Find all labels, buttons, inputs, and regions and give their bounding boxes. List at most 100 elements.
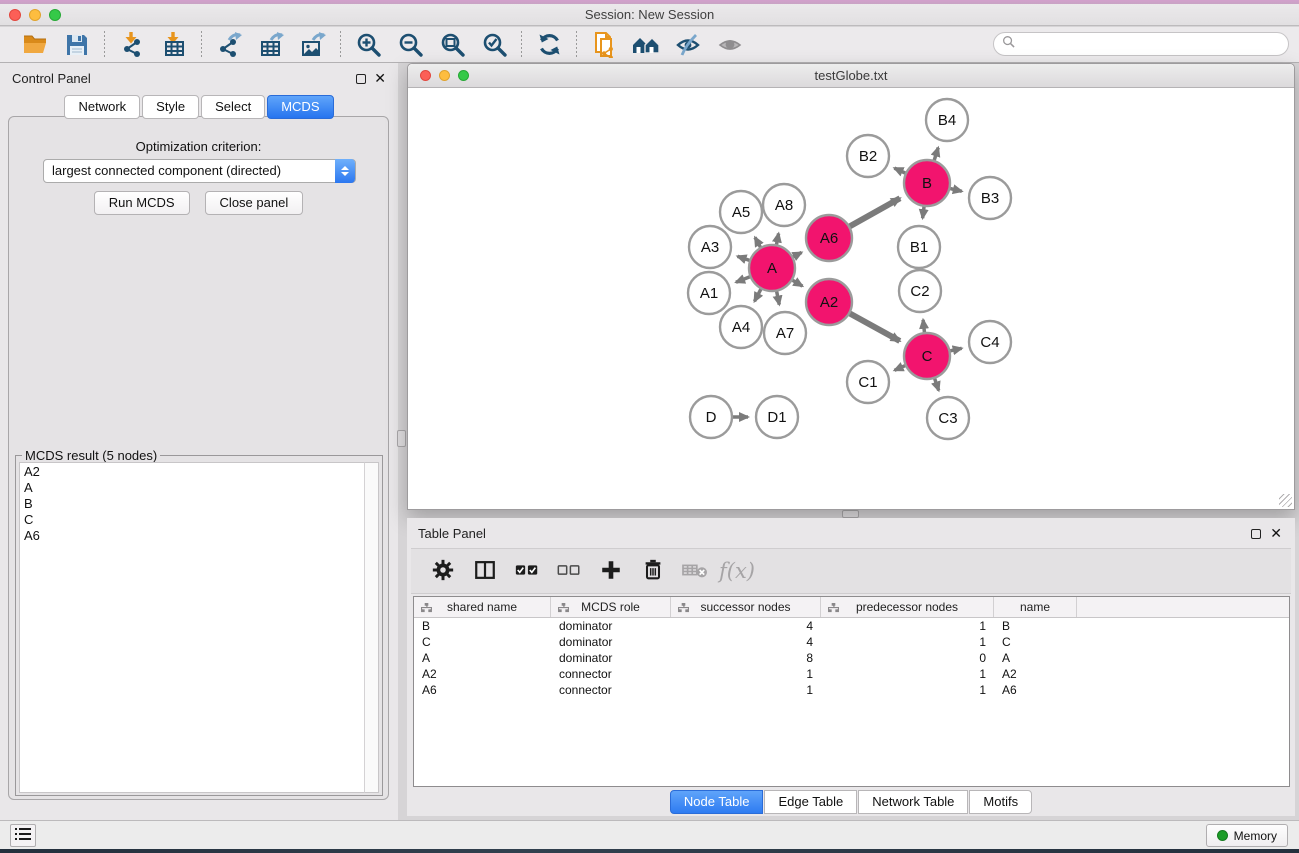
mcds-result-list[interactable]: A2ABCA6 [19, 462, 366, 793]
table-row[interactable]: A2connector11A2 [414, 666, 1289, 682]
export-image-button[interactable] [292, 30, 334, 60]
network-window-titlebar[interactable]: testGlobe.txt [408, 64, 1294, 88]
mcds-result-item[interactable]: B [24, 496, 365, 512]
vertical-splitter-handle[interactable] [397, 430, 406, 447]
table-cell[interactable]: A [414, 650, 551, 666]
result-scrollbar[interactable] [364, 462, 379, 793]
import-network-button[interactable] [111, 30, 153, 60]
delete-column-button[interactable] [635, 554, 671, 588]
column-header-MCDS-role[interactable]: MCDS role [551, 597, 671, 617]
node-B1[interactable]: B1 [898, 226, 940, 268]
tab-mcds[interactable]: MCDS [267, 95, 333, 119]
home-button[interactable] [625, 30, 667, 60]
node-A5[interactable]: A5 [720, 191, 762, 233]
table-cell[interactable]: A6 [414, 682, 551, 698]
memory-button[interactable]: Memory [1206, 824, 1288, 847]
table-cell[interactable]: A2 [994, 666, 1077, 682]
node-A6[interactable]: A6 [806, 215, 852, 261]
column-header-shared-name[interactable]: shared name [414, 597, 551, 617]
zoom-in-button[interactable] [347, 30, 389, 60]
node-A[interactable]: A [749, 245, 795, 291]
table-cell[interactable]: 1 [671, 666, 821, 682]
export-table-button[interactable] [250, 30, 292, 60]
table-cell[interactable]: 1 [821, 634, 994, 650]
float-table-panel-icon[interactable] [1251, 529, 1261, 539]
table-cell[interactable]: B [414, 618, 551, 634]
window-resize-grip-icon[interactable] [1279, 494, 1292, 507]
search-field[interactable] [993, 32, 1289, 56]
table-cell[interactable]: A [994, 650, 1077, 666]
table-cell[interactable]: connector [551, 682, 671, 698]
refresh-button[interactable] [528, 30, 570, 60]
column-header-name[interactable]: name [994, 597, 1077, 617]
criterion-dropdown[interactable]: largest connected component (directed) [43, 159, 356, 183]
table-cell[interactable]: A2 [414, 666, 551, 682]
mcds-result-item[interactable]: A2 [24, 464, 365, 480]
node-A7[interactable]: A7 [764, 312, 806, 354]
deselect-all-button[interactable] [551, 554, 587, 588]
close-panel-button[interactable]: Close panel [205, 191, 304, 215]
tab-node-table[interactable]: Node Table [670, 790, 764, 814]
node-C1[interactable]: C1 [847, 361, 889, 403]
table-cell[interactable]: 1 [671, 682, 821, 698]
node-C4[interactable]: C4 [969, 321, 1011, 363]
node-A8[interactable]: A8 [763, 184, 805, 226]
table-cell[interactable]: 0 [821, 650, 994, 666]
table-settings-gear-button[interactable] [425, 554, 461, 588]
table-cell[interactable]: dominator [551, 618, 671, 634]
table-cell[interactable]: connector [551, 666, 671, 682]
table-cell[interactable]: 4 [671, 634, 821, 650]
table-cell[interactable]: dominator [551, 634, 671, 650]
search-input[interactable] [1020, 37, 1288, 51]
node-B3[interactable]: B3 [969, 177, 1011, 219]
zoom-fit-button[interactable] [431, 30, 473, 60]
table-row[interactable]: A6connector11A6 [414, 682, 1289, 698]
table-cell[interactable]: C [994, 634, 1077, 650]
node-A1[interactable]: A1 [688, 272, 730, 314]
node-D1[interactable]: D1 [756, 396, 798, 438]
save-session-button[interactable] [56, 30, 98, 60]
node-C3[interactable]: C3 [927, 397, 969, 439]
open-file-button[interactable] [14, 30, 56, 60]
column-header-successor-nodes[interactable]: successor nodes [671, 597, 821, 617]
node-C2[interactable]: C2 [899, 270, 941, 312]
tab-motifs[interactable]: Motifs [969, 790, 1032, 814]
node-A2[interactable]: A2 [806, 279, 852, 325]
column-visibility-button[interactable] [467, 554, 503, 588]
table-cell[interactable]: A6 [994, 682, 1077, 698]
mcds-result-item[interactable]: A [24, 480, 365, 496]
add-column-button[interactable] [593, 554, 629, 588]
mcds-result-item[interactable]: C [24, 512, 365, 528]
table-row[interactable]: Bdominator41B [414, 618, 1289, 634]
tab-edge-table[interactable]: Edge Table [764, 790, 857, 814]
node-A4[interactable]: A4 [720, 306, 762, 348]
node-table[interactable]: shared nameMCDS rolesuccessor nodesprede… [413, 596, 1290, 787]
close-panel-icon[interactable]: ✕ [374, 70, 386, 86]
horizontal-splitter-handle[interactable] [842, 510, 859, 518]
show-panels-list-button[interactable] [10, 824, 36, 847]
table-row[interactable]: Adominator80A [414, 650, 1289, 666]
node-B4[interactable]: B4 [926, 99, 968, 141]
node-B[interactable]: B [904, 160, 950, 206]
close-table-panel-icon[interactable]: ✕ [1270, 525, 1282, 541]
tab-select[interactable]: Select [201, 95, 265, 119]
import-table-button[interactable] [153, 30, 195, 60]
table-cell[interactable]: dominator [551, 650, 671, 666]
table-cell[interactable]: 4 [671, 618, 821, 634]
table-cell[interactable]: 1 [821, 666, 994, 682]
float-panel-icon[interactable] [356, 74, 366, 84]
mcds-result-item[interactable]: A6 [24, 528, 365, 544]
node-C[interactable]: C [904, 333, 950, 379]
show-panels-button[interactable] [709, 30, 751, 60]
hide-panels-button[interactable] [667, 30, 709, 60]
table-cell[interactable]: B [994, 618, 1077, 634]
select-all-button[interactable] [509, 554, 545, 588]
run-mcds-button[interactable]: Run MCDS [94, 191, 190, 215]
zoom-out-button[interactable] [389, 30, 431, 60]
table-cell[interactable]: C [414, 634, 551, 650]
export-network-button[interactable] [208, 30, 250, 60]
node-B2[interactable]: B2 [847, 135, 889, 177]
table-row[interactable]: Cdominator41C [414, 634, 1289, 650]
node-A3[interactable]: A3 [689, 226, 731, 268]
table-cell[interactable]: 1 [821, 682, 994, 698]
